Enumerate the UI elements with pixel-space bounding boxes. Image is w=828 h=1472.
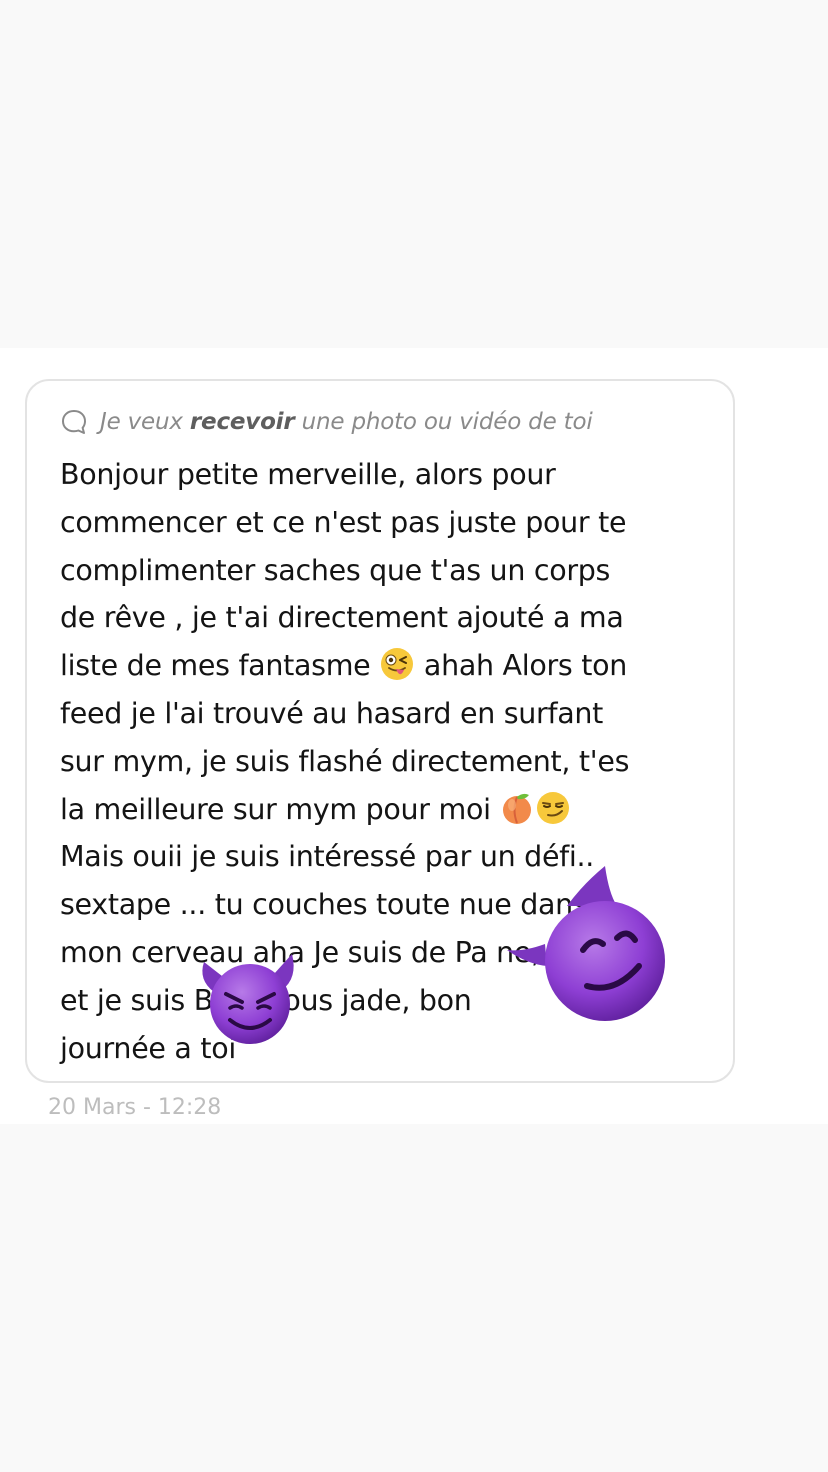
message-line: Bonjour petite merveille, alors pour bbox=[60, 458, 556, 491]
message-line: journée a toi bbox=[60, 1031, 236, 1065]
request-prefix: Je veux bbox=[100, 409, 190, 435]
request-type-label: Je veux recevoir une photo ou vidéo de t… bbox=[100, 409, 593, 435]
message-line: de rêve , je t'ai directement ajouté a m… bbox=[60, 601, 624, 635]
request-suffix: une photo ou vidéo de toi bbox=[294, 409, 593, 435]
smiling-devil-sticker-large bbox=[505, 866, 670, 1026]
message-timestamp: 20 Mars - 12:28 bbox=[48, 1095, 222, 1120]
message-line-part: liste de mes fantasme bbox=[60, 649, 380, 683]
message-line-part: ahah Alors ton bbox=[415, 649, 627, 683]
smiling-devil-sticker-small bbox=[196, 950, 300, 1046]
bottom-blank-area bbox=[0, 1124, 828, 1472]
message-line-with-emoji: liste de mes fantasme ahah Alors ton bbox=[60, 642, 710, 690]
request-emphasis: recevoir bbox=[189, 409, 295, 435]
peach-emoji-icon bbox=[499, 790, 535, 826]
winking-tongue-emoji-icon bbox=[379, 646, 415, 682]
request-type-row: Je veux recevoir une photo ou vidéo de t… bbox=[60, 405, 593, 439]
message-line: feed je l'ai trouvé au hasard en surfant bbox=[60, 696, 603, 730]
message-line-part: la meilleure sur mym pour moi bbox=[60, 792, 500, 826]
top-blank-area bbox=[0, 0, 828, 348]
message-line: commencer et ce n'est pas juste pour te bbox=[60, 505, 627, 539]
message-line: complimenter saches que t'as un corps bbox=[60, 553, 611, 587]
message-line: sur mym, je suis flashé directement, t'e… bbox=[60, 744, 630, 778]
chat-bubble-icon bbox=[60, 408, 88, 436]
message-line-with-emoji: la meilleure sur mym pour moi bbox=[60, 786, 710, 834]
smirk-emoji-icon bbox=[535, 790, 571, 826]
